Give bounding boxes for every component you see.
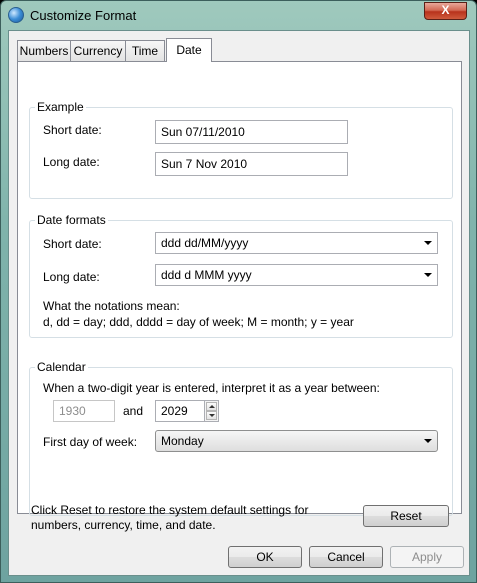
- cancel-button[interactable]: Cancel: [309, 546, 383, 568]
- chevron-down-icon: [424, 273, 432, 277]
- spin-up-arrow-icon[interactable]: [206, 402, 217, 411]
- reset-button[interactable]: Reset: [363, 505, 449, 527]
- long-date-format-value: ddd d MMM yyyy: [161, 268, 252, 282]
- from-year-field: 1930: [53, 400, 115, 422]
- two-digit-year-text: When a two-digit year is entered, interp…: [43, 381, 380, 395]
- apply-button: Apply: [390, 546, 464, 568]
- calendar-legend: Calendar: [35, 360, 88, 374]
- dialog-client-area: Numbers Currency Time Date Example Short…: [8, 30, 470, 576]
- window-title: Customize Format: [30, 8, 137, 23]
- tab-date[interactable]: Date: [166, 38, 212, 62]
- globe-icon: [8, 7, 24, 23]
- year-spinner[interactable]: [204, 400, 219, 422]
- short-date-format-combo[interactable]: ddd dd/MM/yyyy: [155, 232, 438, 254]
- chevron-down-icon: [424, 241, 432, 245]
- tab-numbers[interactable]: Numbers: [17, 40, 71, 61]
- date-tab-panel: Example Short date: Sun 07/11/2010 Long …: [17, 61, 462, 516]
- first-day-of-week-value: Monday: [161, 434, 204, 448]
- example-long-date-label: Long date:: [43, 155, 100, 169]
- spin-down-arrow-icon[interactable]: [206, 411, 217, 420]
- and-label: and: [123, 404, 144, 418]
- short-date-format-value: ddd dd/MM/yyyy: [161, 236, 249, 250]
- tab-currency[interactable]: Currency: [70, 40, 126, 61]
- customize-format-window: Customize Format X Numbers Currency Time…: [0, 0, 477, 583]
- example-short-date-field[interactable]: Sun 07/11/2010: [155, 120, 348, 144]
- to-year-field[interactable]: 2029: [155, 400, 205, 422]
- ok-button[interactable]: OK: [228, 546, 302, 568]
- example-legend: Example: [35, 100, 86, 114]
- date-formats-legend: Date formats: [35, 213, 108, 227]
- tab-time[interactable]: Time: [125, 40, 165, 61]
- notation-title: What the notations mean:: [43, 299, 180, 313]
- close-button[interactable]: X: [424, 2, 467, 20]
- first-day-of-week-label: First day of week:: [43, 435, 138, 449]
- long-date-format-combo[interactable]: ddd d MMM yyyy: [155, 264, 438, 286]
- example-short-date-label: Short date:: [43, 123, 102, 137]
- first-day-of-week-combo[interactable]: Monday: [155, 430, 438, 452]
- reset-description: Click Reset to restore the system defaul…: [31, 503, 309, 532]
- notation-text: d, dd = day; ddd, dddd = day of week; M …: [43, 315, 354, 329]
- title-bar[interactable]: Customize Format X: [1, 1, 476, 31]
- example-long-date-field[interactable]: Sun 7 Nov 2010: [155, 152, 348, 176]
- short-date-format-label: Short date:: [43, 237, 102, 251]
- chevron-down-icon: [424, 439, 432, 443]
- long-date-format-label: Long date:: [43, 270, 100, 284]
